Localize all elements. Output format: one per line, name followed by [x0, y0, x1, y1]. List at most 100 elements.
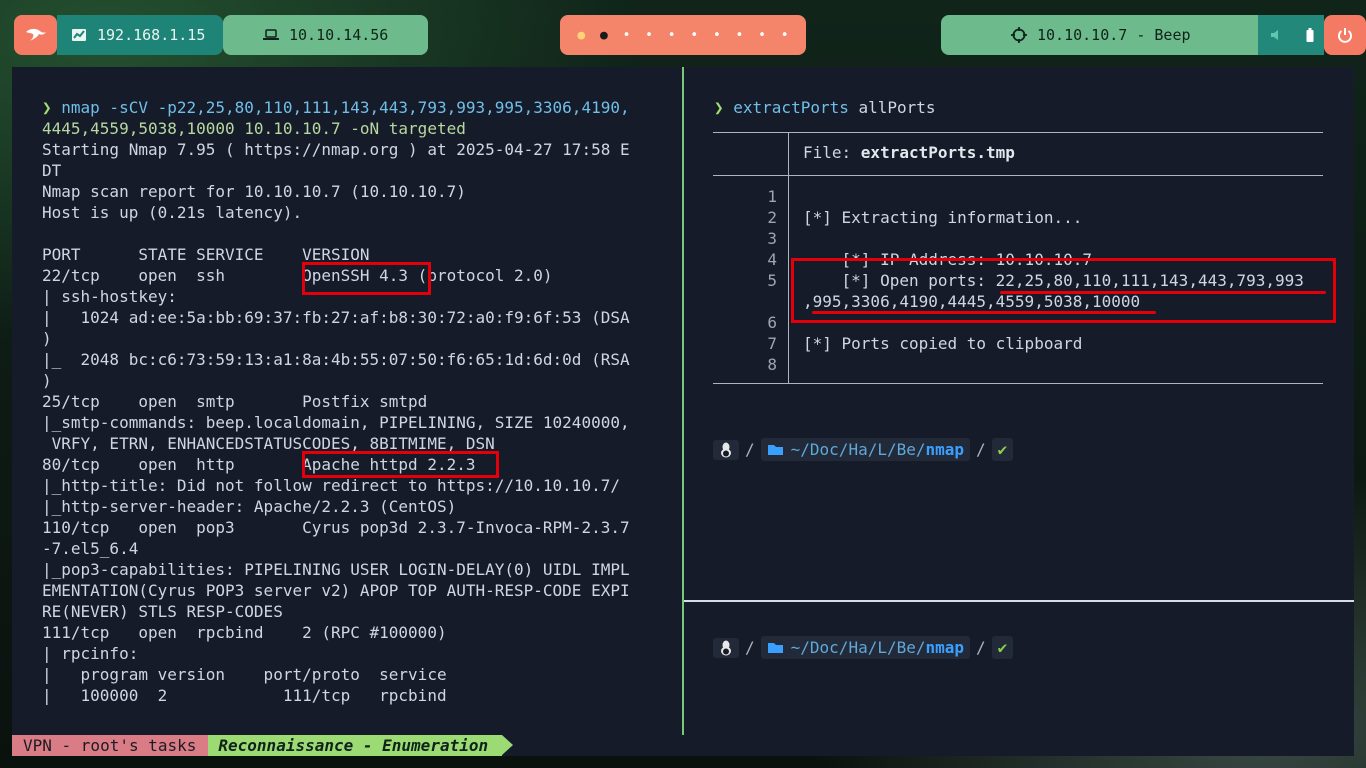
vpn-ip-widget[interactable]: 10.10.14.56 — [223, 15, 428, 55]
output-line: |_ 2048 bc:c6:73:59:13:a1:8a:4b:55:07:50… — [42, 350, 630, 369]
host-ip-widget[interactable]: 192.168.1.15 — [57, 15, 223, 55]
line-number: 3 — [767, 229, 777, 248]
host-ip: 192.168.1.15 — [97, 26, 206, 44]
underline-ports-1 — [1000, 291, 1326, 294]
line-number: 1 — [767, 187, 777, 206]
power-button[interactable] — [1324, 15, 1366, 55]
speaker-icon — [1271, 30, 1278, 40]
session-name[interactable]: VPN - root's tasks — [12, 735, 209, 756]
target-widget[interactable]: 10.10.10.7 - Beep — [941, 15, 1258, 55]
workspace-5[interactable]: • — [668, 28, 676, 43]
extract-argument: allPorts — [858, 98, 936, 117]
vpn-ip: 10.10.14.56 — [289, 26, 389, 44]
prompt-os-segment — [713, 439, 739, 460]
highlight-apache-version — [302, 451, 499, 478]
workspace-9[interactable]: • — [758, 28, 766, 43]
kali-dragon-icon — [25, 28, 46, 41]
pane-divider-vertical[interactable] — [682, 67, 684, 735]
folder-open-icon — [767, 642, 783, 653]
workspace-8[interactable]: • — [736, 28, 744, 43]
prompt-arrow-icon: ❯ — [42, 98, 62, 117]
file-line — [803, 228, 1304, 249]
output-line: ) — [42, 329, 52, 348]
output-line: | program version port/proto service — [42, 665, 447, 684]
output-line: | 100000 2 111/tcp rpcbind — [42, 686, 447, 705]
line-number: 4 — [767, 250, 777, 269]
line-number: 6 — [767, 313, 777, 332]
extract-command-line: ❯ extractPorts allPorts — [714, 97, 1324, 118]
line-number — [733, 291, 777, 312]
output-line: Host is up (0.21s latency). — [42, 203, 303, 222]
window-name[interactable]: Reconnaissance - Enumeration — [208, 735, 513, 756]
success-check-icon: ✔ — [997, 440, 1008, 459]
workspace-4[interactable]: • — [645, 28, 653, 43]
target-label: 10.10.10.7 - Beep — [1037, 26, 1191, 44]
output-line: |_pop3-capabilities: PIPELINING USER LOG… — [42, 560, 630, 579]
extract-command: extractPorts — [733, 98, 849, 117]
workspace-7[interactable]: • — [713, 28, 721, 43]
linux-tux-icon — [721, 442, 731, 457]
bat-border-bottom — [713, 383, 1323, 384]
workspace-10[interactable]: • — [781, 28, 789, 43]
prompt-path-segment: ~/Doc/Ha/L/Be/nmap — [760, 438, 971, 461]
file-label: File: — [803, 143, 861, 162]
line-number-gutter: 1 2 3 4 5 6 7 8 — [733, 186, 777, 375]
prompt-os-segment — [713, 637, 739, 658]
output-line: -7.el5_6.4 — [42, 539, 139, 558]
output-line: RE(NEVER) STLS RESP-CODES — [42, 602, 283, 621]
prompt-separator: / — [745, 638, 755, 657]
workspace-2[interactable]: ● — [600, 28, 608, 43]
crosshair-icon — [1011, 27, 1027, 43]
highlight-openssh-version — [302, 262, 431, 295]
workspace-3[interactable]: • — [623, 28, 631, 43]
pane-divider-horizontal[interactable] — [684, 600, 1354, 602]
output-line: | 1024 ad:ee:5a:bb:69:37:fb:27:af:b8:30:… — [42, 308, 630, 327]
power-icon — [1338, 28, 1352, 43]
workspace-1[interactable]: ● — [577, 28, 585, 43]
right-pane-output[interactable]: ❯ extractPorts allPorts — [714, 97, 1324, 118]
output-line: Nmap scan report for 10.10.10.7 (10.10.1… — [42, 182, 466, 201]
success-check-icon: ✔ — [997, 638, 1008, 657]
volume-button[interactable] — [1258, 15, 1296, 55]
output-line: 25/tcp open smtp Postfix smtpd — [42, 392, 428, 411]
output-line: | rpcinfo: — [42, 644, 139, 663]
shell-prompt-bottom[interactable]: / ~/Doc/Ha/L/Be/nmap / ✔ — [713, 636, 1014, 659]
line-number: 8 — [767, 355, 777, 374]
command-line-cont: 4445,4559,5038,10000 10.10.10.7 -oN targ… — [42, 119, 466, 138]
output-line: 111/tcp open rpcbind 2 (RPC #100000) — [42, 623, 447, 642]
battery-indicator[interactable] — [1296, 15, 1324, 55]
top-bar: 192.168.1.15 10.10.14.56 ● ● • • • • • •… — [0, 0, 1366, 68]
output-line: ) — [42, 371, 52, 390]
linux-tux-icon — [721, 640, 731, 655]
prompt-path-segment: ~/Doc/Ha/L/Be/nmap — [760, 636, 971, 659]
file-line — [803, 186, 1304, 207]
folder-open-icon — [767, 444, 783, 455]
left-pane-output[interactable]: ❯ nmap -sCV -p22,25,80,110,111,143,443,7… — [42, 97, 654, 706]
menu-button[interactable] — [14, 15, 57, 55]
output-line: |_http-title: Did not follow redirect to… — [42, 476, 620, 495]
monitor-chart-icon — [72, 29, 86, 41]
prompt-separator: / — [976, 638, 986, 657]
prompt-status-segment: ✔ — [991, 636, 1014, 659]
line-number: 2 — [767, 208, 777, 227]
tmux-status-bar: VPN - root's tasks Reconnaissance - Enum… — [12, 735, 513, 756]
prompt-arrow-icon: ❯ — [714, 98, 734, 117]
bat-border-header — [713, 175, 1323, 176]
shell-prompt-top: / ~/Doc/Ha/L/Be/nmap / ✔ — [713, 438, 1014, 461]
line-number: 7 — [767, 334, 777, 353]
prompt-path-current: nmap — [925, 638, 965, 657]
line-number: 5 — [767, 271, 777, 290]
prompt-path: ~/Doc/Ha/L/Be/ — [790, 638, 926, 657]
prompt-status-segment: ✔ — [991, 438, 1014, 461]
battery-icon — [1306, 28, 1314, 42]
workspace-6[interactable]: • — [690, 28, 698, 43]
file-line — [803, 354, 1304, 375]
terminal-window[interactable]: ❯ nmap -sCV -p22,25,80,110,111,143,443,7… — [12, 67, 1354, 756]
bat-file-header: File: extractPorts.tmp — [803, 143, 1015, 162]
laptop-icon — [263, 29, 279, 40]
output-line: |_smtp-commands: beep.localdomain, PIPEL… — [42, 413, 630, 432]
underline-ports-2 — [812, 311, 1156, 314]
prompt-separator: / — [745, 440, 755, 459]
workspace-switcher[interactable]: ● ● • • • • • • • • — [560, 15, 806, 55]
output-line: |_http-server-header: Apache/2.2.3 (Cent… — [42, 497, 457, 516]
